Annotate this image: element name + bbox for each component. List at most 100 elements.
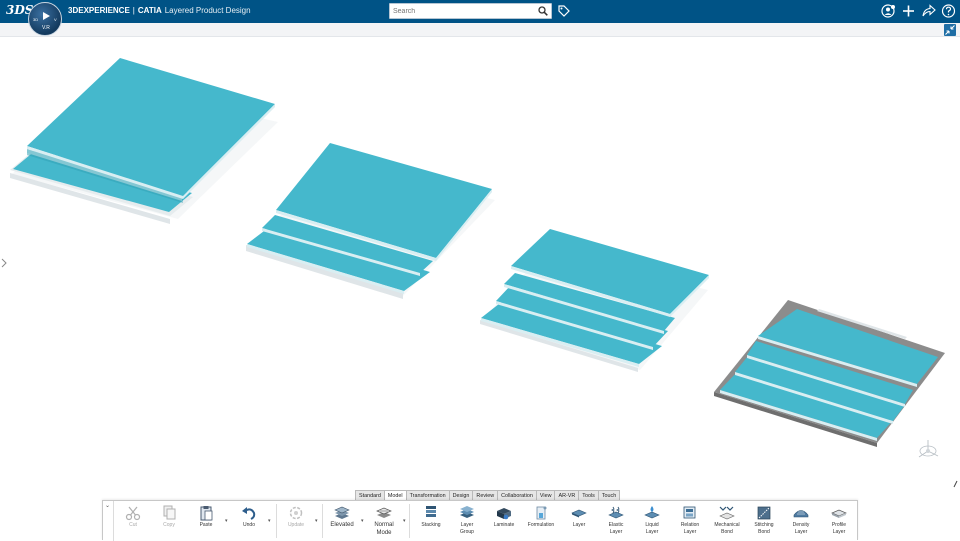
3ds-logo-icon[interactable]: 3DS [6, 3, 33, 19]
layer-group-button[interactable]: Layer Group [449, 501, 485, 541]
laminate-label: Laminate [493, 522, 515, 528]
copy-label: Copy [163, 522, 175, 528]
tab-touch[interactable]: Touch [597, 490, 621, 500]
search-input[interactable] [393, 5, 533, 17]
stitching-bond-label: Stitching Bond [746, 522, 782, 535]
update-button[interactable]: Update [278, 501, 314, 541]
axis-triad-icon[interactable] [915, 437, 941, 461]
elevated-dropdown-icon[interactable]: ▾ [361, 518, 364, 524]
share-icon[interactable] [921, 3, 936, 19]
liquid-layer-label-line1: Liquid [645, 522, 659, 528]
cut-label: Cut [129, 522, 137, 528]
tab-review[interactable]: Review [472, 490, 499, 500]
compass-widget[interactable]: 3D V V.R [28, 2, 62, 36]
elevated-layers-icon [334, 506, 350, 519]
3d-viewport[interactable] [0, 38, 960, 486]
formulation-button[interactable]: Formulation [523, 501, 559, 541]
update-icon [289, 506, 303, 520]
elastic-layer-label-line1: Elastic [608, 522, 624, 528]
top-bar: 3DS 3DEXPERIENCE | CATIA Layered Product De… [0, 0, 960, 23]
search-icon[interactable] [538, 6, 548, 16]
toolbar-separator [276, 504, 277, 538]
compass-3d-tag: 3D [33, 17, 39, 22]
stacking-icon [426, 506, 436, 517]
brand-label: 3DEXPERIENCE [68, 6, 130, 15]
compass-version: V.R [42, 25, 50, 31]
user-profile-icon[interactable] [881, 3, 896, 19]
tab-tools[interactable]: Tools [578, 490, 599, 500]
tab-transformation[interactable]: Transformation [405, 490, 450, 500]
tab-model[interactable]: Model [383, 490, 407, 500]
stitching-bond-label-line1: Stitching [754, 522, 774, 528]
elevated-button[interactable]: Elevated [324, 501, 360, 541]
stitching-bond-label-line2: Bond [758, 528, 770, 535]
liquid-layer-button[interactable]: Liquid Layer [634, 501, 670, 541]
mechanical-bond-label-line2: Bond [721, 528, 733, 535]
paste-button[interactable]: Paste [188, 501, 224, 541]
normal-mode-button[interactable]: Normal Mode [366, 501, 402, 541]
formulation-icon [536, 506, 547, 520]
layer-stack-4-selected[interactable] [714, 300, 945, 447]
update-dropdown-icon[interactable]: ▾ [315, 518, 318, 524]
profile-layer-icon [831, 509, 847, 518]
toolbar-collapse-handle[interactable]: ⌄ [103, 501, 114, 541]
relation-layer-label-line2: Layer [683, 528, 697, 535]
layer-group-label-line2: Group [460, 528, 474, 535]
tab-collaboration[interactable]: Collaboration [497, 490, 537, 500]
relation-layer-button[interactable]: Relation Layer [672, 501, 708, 541]
tab-standard[interactable]: Standard [355, 490, 385, 500]
density-layer-button[interactable]: Density Layer [783, 501, 819, 541]
elastic-layer-button[interactable]: Elastic Layer [598, 501, 634, 541]
laminate-icon [497, 508, 511, 520]
mechanical-bond-label: Mechanical Bond [709, 522, 745, 535]
plus-icon[interactable] [901, 3, 916, 19]
tab-ar-vr[interactable]: AR-VR [554, 490, 580, 500]
mechanical-bond-button[interactable]: Mechanical Bond [709, 501, 745, 541]
layer-button[interactable]: Layer [561, 501, 597, 541]
tab-design[interactable]: Design [448, 490, 474, 500]
laminate-button[interactable]: Laminate [486, 501, 522, 541]
liquid-layer-label: Liquid Layer [634, 522, 670, 535]
density-layer-label-line2: Layer [794, 528, 808, 535]
cut-button[interactable]: Cut [115, 501, 151, 541]
stacking-button[interactable]: Stacking [413, 501, 449, 541]
density-layer-label: Density Layer [783, 522, 819, 535]
stitching-bond-button[interactable]: Stitching Bond [746, 501, 782, 541]
copy-icon [163, 505, 176, 520]
toolbar-separator [409, 504, 410, 538]
title-separator: | [132, 6, 135, 15]
density-layer-icon [793, 510, 809, 518]
layer-group-label: Layer Group [449, 522, 485, 535]
liquid-layer-label-line2: Layer [645, 528, 659, 535]
profile-layer-label-line1: Profile [831, 522, 847, 528]
normal-mode-dropdown-icon[interactable]: ▾ [403, 518, 406, 524]
stitching-bond-icon [757, 506, 771, 520]
profile-layer-label-line2: Layer [832, 528, 846, 535]
tag-icon[interactable] [557, 4, 570, 18]
app-name: CATIA [137, 6, 162, 15]
toolbar-separator [322, 504, 323, 538]
layer-stack-1[interactable] [10, 58, 278, 224]
elevated-label: Elevated [330, 522, 354, 528]
normal-mode-icon [376, 507, 392, 518]
layer-stack-2[interactable] [246, 143, 495, 299]
scroll-indicator-icon[interactable] [953, 480, 958, 488]
search-box[interactable] [389, 3, 552, 19]
copy-button[interactable]: Copy [151, 501, 187, 541]
action-toolbar: ⌄ Cut Copy Paste ▾ Undo ▾ Update ▾ Eleva… [102, 500, 858, 541]
layer-stack-3[interactable] [480, 229, 709, 372]
tab-view[interactable]: View [535, 490, 556, 500]
paste-dropdown-icon[interactable]: ▾ [225, 518, 228, 524]
undo-button[interactable]: Undo [231, 501, 267, 541]
layer-group-icon [460, 506, 474, 518]
collapse-arrows-icon[interactable] [944, 24, 956, 36]
profile-layer-button[interactable]: Profile Layer [821, 501, 857, 541]
mechanical-bond-label-line1: Mechanical [714, 522, 740, 528]
chevron-down-icon[interactable]: ⌄ [105, 502, 110, 509]
play-icon[interactable] [43, 12, 50, 20]
undo-dropdown-icon[interactable]: ▾ [268, 518, 271, 524]
mechanical-bond-icon [719, 506, 735, 520]
liquid-layer-icon [644, 506, 660, 519]
update-label: Update [287, 522, 305, 528]
help-icon[interactable] [941, 3, 956, 19]
